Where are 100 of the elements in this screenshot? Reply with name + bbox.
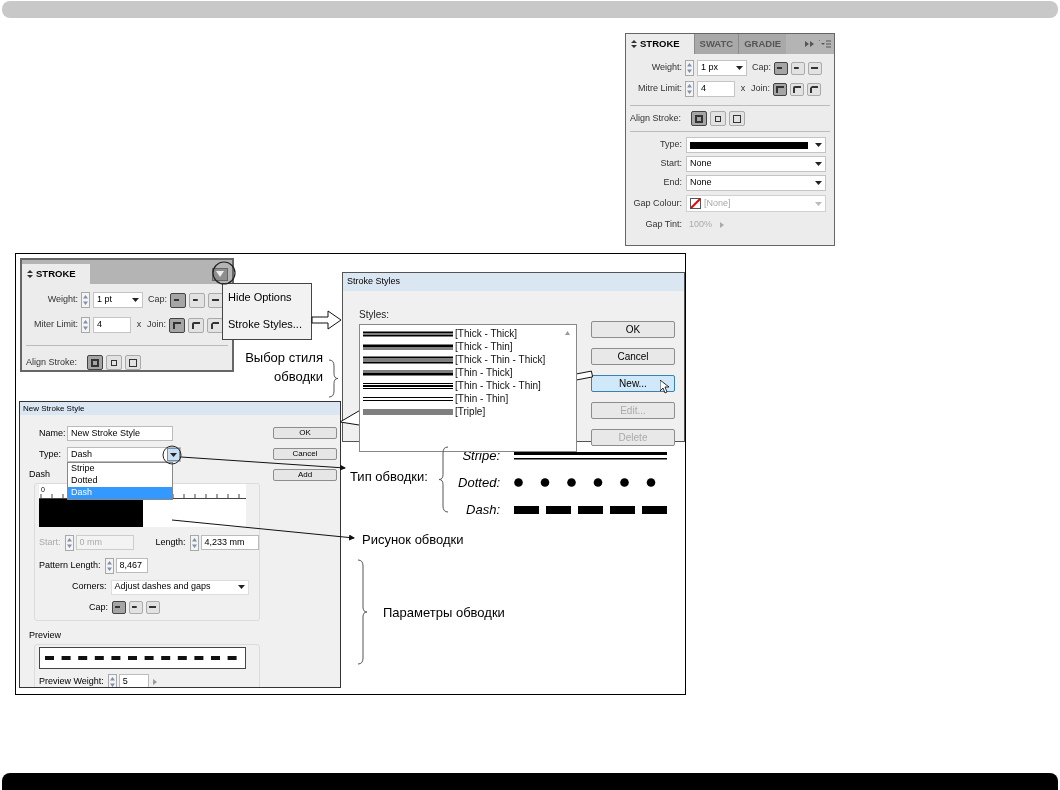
cap-button[interactable] [791, 61, 805, 75]
align-stroke-button[interactable] [106, 355, 123, 370]
styles-list-item[interactable]: [Thin - Thin] [363, 392, 563, 405]
styles-list-item[interactable]: [Thick - Thick] [363, 327, 563, 340]
cap-button[interactable] [129, 600, 143, 614]
pattern-length-field[interactable]: 8,467 [115, 558, 148, 573]
field-label: Name: [39, 426, 64, 440]
field-label: Join: [751, 82, 770, 96]
preview-weight-field[interactable]: 5 [118, 674, 149, 687]
dialog-button[interactable]: New... [591, 375, 675, 392]
cap-button[interactable] [774, 61, 788, 75]
align-stroke-icon [694, 113, 705, 124]
dialog-button[interactable]: OK [273, 427, 337, 439]
dropdown-option[interactable]: Stripe [68, 463, 172, 475]
align-stroke-icon [713, 113, 724, 124]
join-button[interactable] [773, 82, 787, 96]
field-label: x [739, 82, 747, 96]
dialog-button[interactable]: Cancel [591, 348, 675, 365]
length-field[interactable]: 4,233 mm [200, 535, 259, 550]
dialog-button[interactable]: Cancel [273, 448, 337, 460]
scroll-up-icon[interactable] [565, 331, 570, 335]
field-label: Start: [39, 535, 61, 549]
menu-item[interactable]: Hide Options [223, 284, 311, 311]
join-button[interactable] [207, 317, 223, 333]
caret-icon [815, 162, 822, 166]
panel-tab[interactable]: STROKE [22, 264, 90, 284]
highlight-circle [212, 261, 236, 285]
mitre-limit-field[interactable]: 4 [93, 317, 131, 333]
field-label: Cap: [752, 61, 771, 75]
field-label: Cap: [148, 293, 167, 307]
start-dropdown[interactable]: None [686, 156, 826, 172]
field-label: Weight: [46, 293, 78, 307]
name-field[interactable]: New Stroke Style [67, 426, 173, 441]
caret-icon [815, 201, 822, 206]
join-button[interactable] [807, 82, 821, 96]
stroke-type-label: Dash: [465, 501, 500, 519]
styles-list-item[interactable]: [Thin - Thick] [363, 366, 563, 379]
cap-button[interactable] [146, 600, 160, 614]
field-label: Corners: [72, 580, 107, 594]
spinner-icon[interactable] [104, 557, 114, 574]
align-stroke-button[interactable] [710, 111, 727, 126]
cap-button[interactable] [170, 292, 186, 308]
spinner-icon[interactable] [685, 81, 694, 97]
dropdown-option[interactable]: Dotted [68, 475, 172, 487]
spinner-icon[interactable] [189, 534, 199, 551]
weight-dropdown[interactable]: 1 px [697, 60, 747, 76]
field-label: Mitre Limit: [637, 82, 682, 96]
cap-button[interactable] [112, 600, 126, 614]
weight-dropdown[interactable]: 1 pt [93, 292, 143, 308]
styles-list-item[interactable]: [Thick - Thin] [363, 340, 563, 353]
collapse-icon[interactable] [27, 270, 33, 278]
type-dropdown[interactable]: Dash [67, 447, 181, 462]
field-label: Type: [659, 138, 682, 152]
join-button[interactable] [790, 82, 804, 96]
dropdown-button[interactable] [167, 448, 180, 461]
caret-icon [132, 298, 139, 302]
styles-list[interactable]: [Thick - Thick] [Thick - Thin] [Thick - Thin - Thick] [Thin - Thick] [Thin - Thick - Thin] [Thin - Thin] [Triple] [359, 324, 577, 452]
spinner-icon[interactable] [81, 317, 90, 333]
panel-tab[interactable]: STROKE [626, 34, 694, 54]
field-label: Dash [29, 468, 50, 481]
panel-menu-button[interactable] [212, 267, 228, 281]
align-stroke-button[interactable] [87, 355, 104, 370]
align-stroke-button[interactable] [691, 111, 708, 126]
cap-button[interactable] [808, 61, 822, 75]
corners-dropdown[interactable]: Adjust dashes and gaps [110, 579, 249, 595]
field-label: Gap Colour: [632, 196, 682, 210]
double-arrow-icon[interactable] [805, 41, 814, 47]
field-label: Preview Weight: [39, 674, 104, 687]
spinner-icon[interactable] [64, 534, 74, 551]
styles-list-item[interactable]: [Thin - Thick - Thin] [363, 379, 563, 392]
styles-list-item[interactable]: [Thick - Thin - Thick] [363, 353, 563, 366]
cap-button[interactable] [189, 292, 205, 308]
styles-list-item[interactable]: [Triple] [363, 405, 563, 418]
spinner-icon[interactable] [107, 673, 117, 687]
align-stroke-button[interactable] [125, 355, 142, 370]
field-label: Type: [39, 447, 62, 461]
dialog-button[interactable]: OK [591, 321, 675, 338]
type-dropdown[interactable] [686, 137, 826, 153]
dialog-button[interactable]: Add [273, 469, 337, 481]
field-label: Miter Limit: [33, 318, 78, 332]
mitre-limit-field[interactable]: 4 [697, 81, 735, 97]
caret-icon [736, 66, 743, 70]
menu-item[interactable]: Stroke Styles... [223, 311, 311, 338]
annotation-text: Рисунок обводки [362, 531, 464, 549]
spinner-icon[interactable] [81, 292, 90, 308]
field-label: Pattern Length: [39, 558, 101, 572]
align-stroke-icon [109, 357, 120, 368]
join-button[interactable] [188, 317, 204, 333]
spinner-icon[interactable] [685, 60, 694, 76]
collapse-icon[interactable] [631, 40, 637, 48]
end-dropdown[interactable]: None [686, 175, 826, 191]
dash-pattern-area[interactable] [39, 498, 246, 527]
field-label: Weight: [650, 61, 682, 75]
align-stroke-button[interactable] [729, 111, 746, 126]
dash-segment[interactable] [39, 498, 143, 527]
join-button[interactable] [169, 317, 185, 333]
curly-brace [328, 359, 339, 398]
panel-menu-icon [216, 271, 224, 277]
curly-brace [438, 446, 449, 513]
field-label: Length: [155, 535, 186, 549]
